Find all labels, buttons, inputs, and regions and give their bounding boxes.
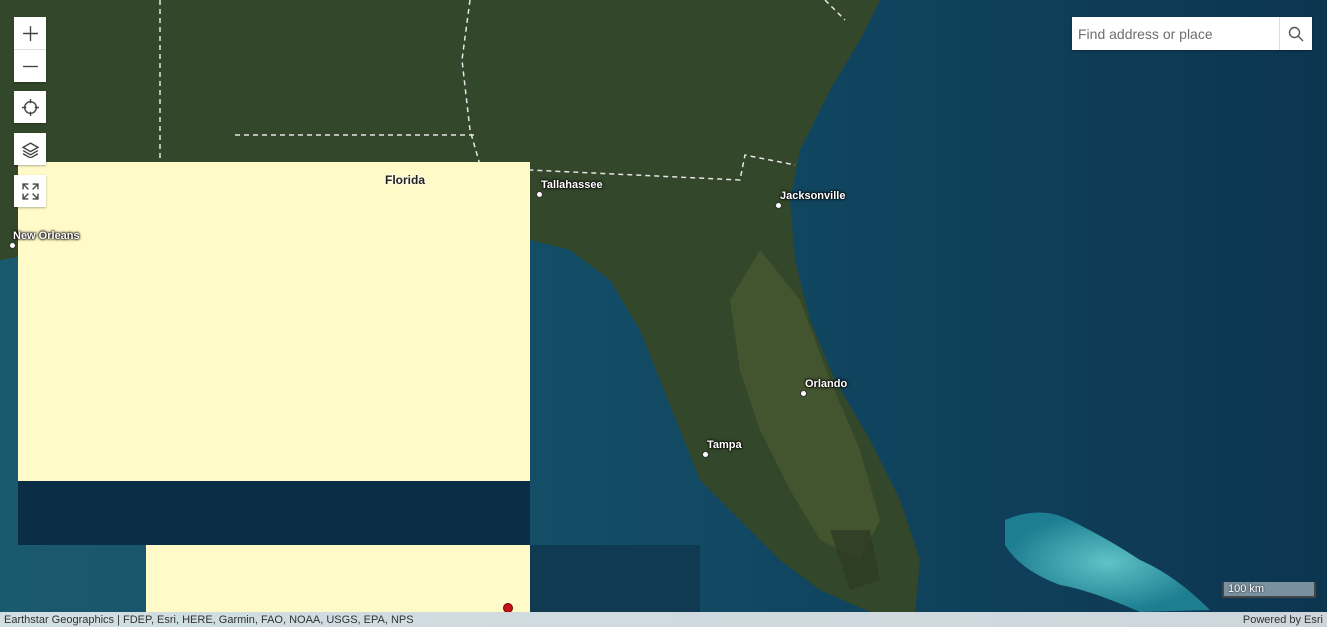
city-marker-jacksonville [775,202,782,209]
minus-icon [22,65,38,67]
city-marker-orlando [800,390,807,397]
tile-gap-dark [530,545,700,612]
search-input[interactable] [1072,17,1279,50]
locate-button[interactable] [14,91,46,123]
fullscreen-control [14,175,46,207]
highlight-region-south [146,545,530,612]
crosshair-icon [21,98,39,116]
layers-button[interactable] [14,133,46,165]
powered-by-link[interactable]: Powered by Esri [1239,614,1327,626]
city-label-jacksonville: Jacksonville [780,190,846,202]
zoom-control [14,17,46,82]
map-view[interactable] [0,0,1327,627]
city-label-tampa: Tampa [707,439,742,451]
tile-gap-dark [18,481,530,545]
city-marker-new-orleans [9,242,16,249]
zoom-out-button[interactable] [14,49,46,82]
city-marker-tampa [702,451,709,458]
search-button[interactable] [1279,17,1312,50]
state-label-florida: Florida [385,173,426,187]
highlight-region-north [18,162,530,481]
search-widget [1072,17,1312,50]
expand-icon [21,182,39,200]
locate-control [14,91,46,123]
layers-icon [21,141,39,158]
layers-control [14,133,46,165]
city-marker-tallahassee [536,191,543,198]
city-label-orlando: Orlando [805,378,848,390]
search-icon [1288,26,1304,41]
city-label-new-orleans: New Orleans [13,230,80,242]
fullscreen-button[interactable] [14,175,46,207]
plus-icon [22,25,38,41]
city-label-tallahassee: Tallahassee [541,179,603,191]
attribution-bar: Earthstar Geographics | FDEP, Esri, HERE… [0,612,1327,627]
scale-bar: 100 km [1222,582,1316,598]
zoom-in-button[interactable] [14,17,46,49]
attribution-sources[interactable]: Earthstar Geographics | FDEP, Esri, HERE… [0,614,418,626]
